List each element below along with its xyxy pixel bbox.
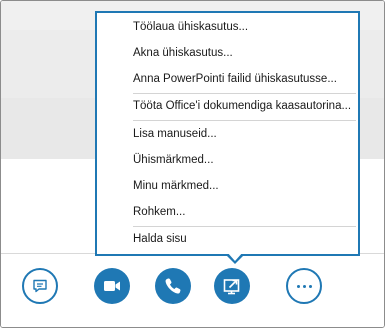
menu-item-shared-notes[interactable]: Ühismärkmed... xyxy=(133,154,214,166)
menu-separator xyxy=(133,93,356,94)
more-icon xyxy=(296,284,312,288)
video-button[interactable] xyxy=(94,268,130,304)
menu-item-coauthor-office[interactable]: Tööta Office'i dokumendiga kaasautorina.… xyxy=(133,100,351,112)
menu-item-share-desktop[interactable]: Töölaua ühiskasutus... xyxy=(133,21,248,33)
more-options-button[interactable] xyxy=(286,268,322,304)
chat-icon xyxy=(33,279,47,293)
video-camera-icon xyxy=(104,281,120,291)
present-screen-icon xyxy=(223,279,240,295)
meeting-window: Töölaua ühiskasutus... Akna ühiskasutus.… xyxy=(0,0,385,328)
present-button[interactable] xyxy=(214,268,250,304)
call-button[interactable] xyxy=(155,268,191,304)
phone-icon xyxy=(165,278,181,294)
share-content-menu: Töölaua ühiskasutus... Akna ühiskasutus.… xyxy=(95,11,360,256)
menu-separator xyxy=(133,120,356,121)
menu-pointer-inner xyxy=(227,252,243,261)
menu-item-my-notes[interactable]: Minu märkmed... xyxy=(133,180,219,192)
menu-item-share-powerpoint[interactable]: Anna PowerPointi failid ühiskasutusse... xyxy=(133,73,337,85)
im-button[interactable] xyxy=(22,268,58,304)
menu-item-share-window[interactable]: Akna ühiskasutus... xyxy=(133,47,233,59)
menu-item-add-attachments[interactable]: Lisa manuseid... xyxy=(133,128,217,140)
menu-item-manage-content[interactable]: Halda sisu xyxy=(133,233,187,245)
menu-separator xyxy=(133,226,356,227)
menu-item-more[interactable]: Rohkem... xyxy=(133,206,185,218)
